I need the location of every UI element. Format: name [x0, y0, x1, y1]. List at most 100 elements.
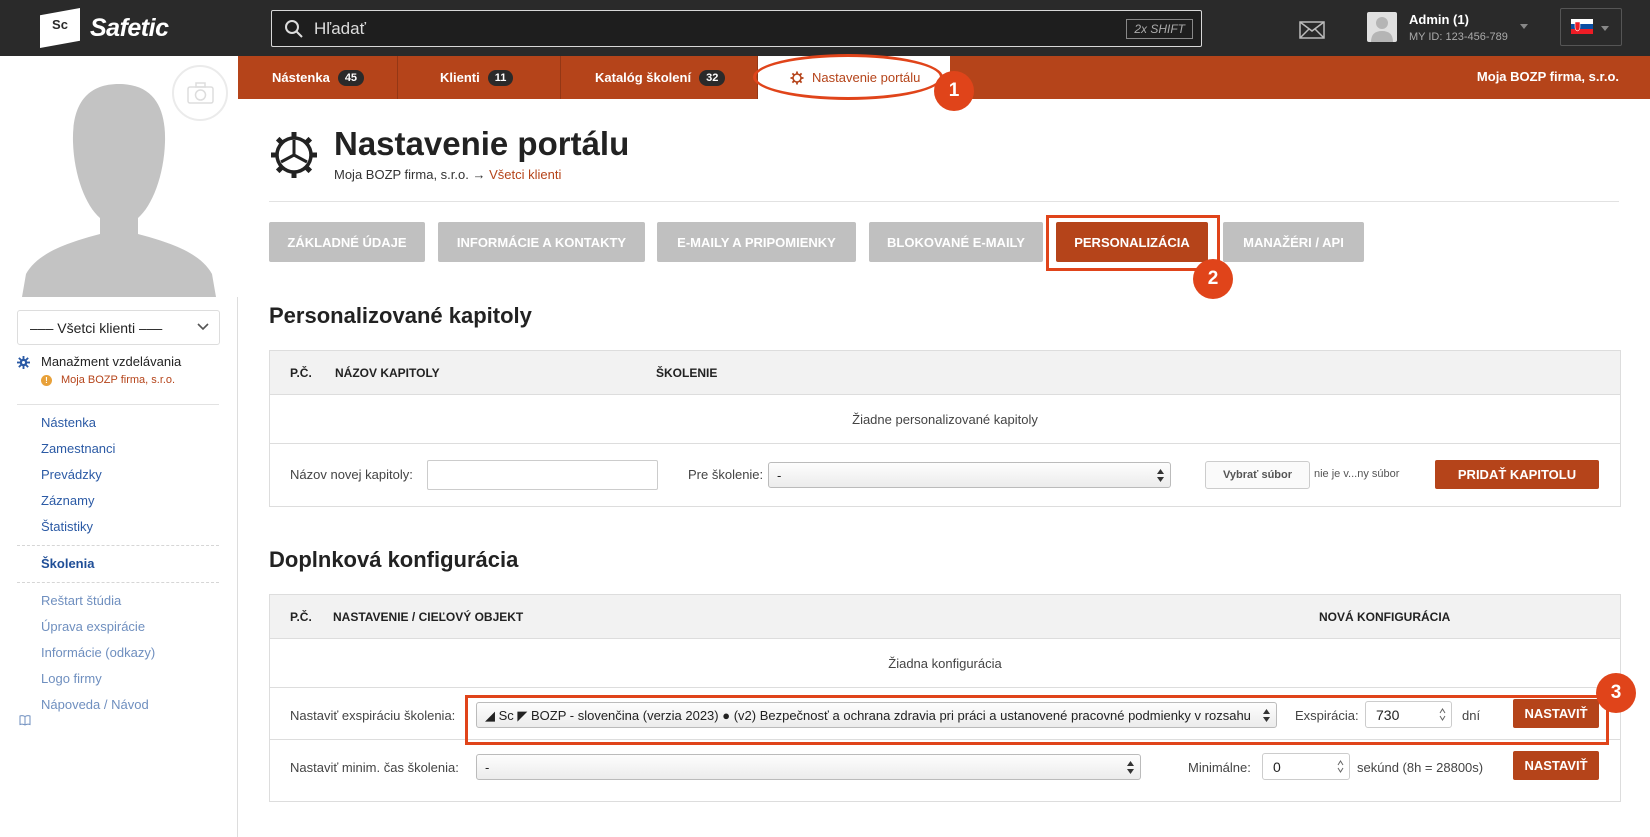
- camera-button[interactable]: [172, 65, 228, 121]
- client-select[interactable]: ––– Všetci klienti –––: [17, 310, 220, 345]
- sidebar-divider: [17, 545, 219, 546]
- column-header: P.Č.: [290, 610, 312, 624]
- gear-icon: [17, 356, 30, 369]
- section-title-chapters: Personalizované kapitoly: [269, 303, 532, 328]
- header-divider: [269, 201, 1619, 202]
- logo[interactable]: Sc Safetic: [40, 8, 169, 48]
- select-arrows-icon: [1127, 761, 1134, 774]
- sidebar-item-prevadzky[interactable]: Prevádzky: [41, 467, 102, 482]
- search-shortcut-hint: 2x SHIFT: [1126, 19, 1193, 39]
- education-management-firm: Moja BOZP firma, s.r.o.: [61, 374, 176, 386]
- column-header: NÁZOV KAPITOLY: [335, 366, 440, 380]
- chevron-down-icon: [197, 323, 209, 331]
- set-min-time-button[interactable]: NASTAVIŤ: [1513, 751, 1599, 780]
- select-arrows-icon: [1157, 469, 1164, 482]
- tab-nastenka[interactable]: Nástenka 45: [238, 56, 398, 99]
- search-icon: [285, 20, 303, 38]
- logo-mark: Sc: [40, 8, 80, 48]
- gear-icon: [271, 132, 317, 178]
- annotation-highlight-2: [1046, 215, 1220, 271]
- min-time-input[interactable]: 0: [1262, 753, 1350, 780]
- stepper-arrows-icon[interactable]: [1337, 759, 1344, 774]
- sidebar-item-skolenia[interactable]: Školenia: [41, 556, 94, 571]
- search-input[interactable]: [314, 11, 1074, 46]
- sidebar-item-napoveda[interactable]: Nápoveda / Návod: [41, 697, 149, 712]
- tab-informacie-kontakty[interactable]: INFORMÁCIE A KONTAKTY: [438, 222, 645, 262]
- mail-icon[interactable]: [1299, 21, 1325, 39]
- annotation-marker-2: 2: [1193, 259, 1233, 299]
- min-time-value: 0: [1273, 759, 1281, 775]
- sidebar-item-statistiky[interactable]: Štatistiky: [41, 519, 93, 534]
- tab-manazeri-api[interactable]: MANAŽÉRI / API: [1223, 222, 1364, 262]
- book-icon: [19, 715, 31, 726]
- page-title: Nastavenie portálu: [334, 125, 630, 162]
- breadcrumb: Moja BOZP firma, s.r.o. → Všetci klienti: [334, 167, 561, 182]
- column-header: NASTAVENIE / CIEĽOVÝ OBJEKT: [333, 610, 524, 624]
- tab-count-badge: 32: [699, 69, 726, 86]
- firm-name: Moja BOZP firma, s.r.o.: [1476, 69, 1619, 84]
- sidebar-item-informacie[interactable]: Informácie (odkazy): [41, 645, 155, 660]
- sidebar-divider: [17, 404, 219, 405]
- tab-count-badge: 11: [487, 69, 514, 86]
- annotation-marker-3: 3: [1596, 673, 1636, 713]
- min-time-label: Nastaviť minim. čas školenia:: [290, 760, 459, 775]
- min-time-row: Nastaviť minim. čas školenia: - Minimáln…: [270, 740, 1620, 792]
- logo-text: Safetic: [90, 13, 169, 42]
- new-chapter-label: Názov novej kapitoly:: [290, 467, 413, 482]
- config-table-header: P.Č. NASTAVENIE / CIEĽOVÝ OBJEKT NOVÁ KO…: [270, 595, 1620, 639]
- chosen-file-text: nie je v...ny súbor: [1314, 468, 1400, 480]
- annotation-marker-1: 1: [934, 71, 974, 111]
- annotation-highlight-3: [465, 695, 1609, 745]
- user-id: MY ID: 123-456-789: [1409, 31, 1508, 43]
- breadcrumb-link[interactable]: Všetci klienti: [489, 167, 561, 182]
- sidebar-divider: [17, 582, 219, 583]
- tab-zakladne-udaje[interactable]: ZÁKLADNÉ ÚDAJE: [269, 222, 425, 262]
- tab-label: Nástenka: [272, 70, 330, 85]
- column-header: NOVÁ KONFIGURÁCIA: [1319, 610, 1451, 624]
- warning-icon: !: [41, 375, 52, 386]
- chapters-panel: P.Č. NÁZOV KAPITOLY ŠKOLENIE Žiadne pers…: [269, 350, 1621, 507]
- education-management-title: Manažment vzdelávania: [41, 354, 182, 369]
- profile-photo[interactable]: [0, 56, 238, 297]
- client-select-value: ––– Všetci klienti –––: [30, 320, 163, 336]
- language-selector[interactable]: [1560, 8, 1622, 46]
- min-time-field-label: Minimálne:: [1188, 760, 1251, 775]
- new-chapter-input[interactable]: [427, 460, 658, 490]
- column-header: ŠKOLENIE: [656, 366, 718, 380]
- breadcrumb-arrow: →: [472, 167, 486, 182]
- chapters-empty-message: Žiadne personalizované kapitoly: [270, 395, 1620, 444]
- camera-icon: [187, 82, 214, 104]
- sidebar: ––– Všetci klienti ––– Manažment vzdeláv…: [0, 56, 238, 837]
- tab-label: Katalóg školení: [595, 70, 692, 85]
- breadcrumb-root: Moja BOZP firma, s.r.o.: [334, 167, 469, 182]
- slovak-flag-icon: [1571, 19, 1593, 34]
- choose-file-button[interactable]: Vybrať súbor: [1205, 461, 1310, 489]
- user-menu-caret-icon[interactable]: [1520, 22, 1528, 30]
- for-training-label: Pre školenie:: [688, 467, 764, 482]
- sidebar-item-logo-firmy[interactable]: Logo firmy: [41, 671, 102, 686]
- tab-label: Klienti: [440, 70, 480, 85]
- tab-katalog-skoleni[interactable]: Katalóg školení 32: [561, 56, 758, 99]
- tab-emaily-pripomienky[interactable]: E-MAILY A PRIPOMIENKY: [657, 222, 856, 262]
- sidebar-item-nastenka[interactable]: Nástenka: [41, 415, 96, 430]
- chapters-table-header: P.Č. NÁZOV KAPITOLY ŠKOLENIE: [270, 351, 1620, 395]
- user-name[interactable]: Admin (1): [1409, 12, 1469, 27]
- sidebar-item-zaznamy[interactable]: Záznamy: [41, 493, 94, 508]
- for-training-select[interactable]: -: [768, 462, 1171, 488]
- min-time-select-value: -: [485, 760, 490, 775]
- sidebar-item-zamestnanci[interactable]: Zamestnanci: [41, 441, 115, 456]
- min-time-training-select[interactable]: -: [476, 754, 1141, 780]
- tab-blokovane-emaily[interactable]: BLOKOVANÉ E-MAILY: [869, 222, 1043, 262]
- tab-klienti[interactable]: Klienti 11: [398, 56, 561, 99]
- expiration-label: Nastaviť exspiráciu školenia:: [290, 708, 456, 723]
- sidebar-item-restart-studia[interactable]: Reštart štúdia: [41, 593, 121, 608]
- tab-count-badge: 45: [337, 69, 365, 86]
- sidebar-item-uprava-exspiracie[interactable]: Úprava exspirácie: [41, 619, 145, 634]
- user-avatar-icon[interactable]: [1367, 12, 1397, 42]
- add-chapter-button[interactable]: PRIDAŤ KAPITOLU: [1435, 460, 1599, 489]
- column-header: P.Č.: [290, 366, 312, 380]
- for-training-select-value: -: [777, 468, 782, 483]
- chevron-down-icon: [1601, 26, 1609, 31]
- search-box[interactable]: 2x SHIFT: [271, 10, 1202, 47]
- section-title-config: Doplnková konfigurácia: [269, 547, 519, 572]
